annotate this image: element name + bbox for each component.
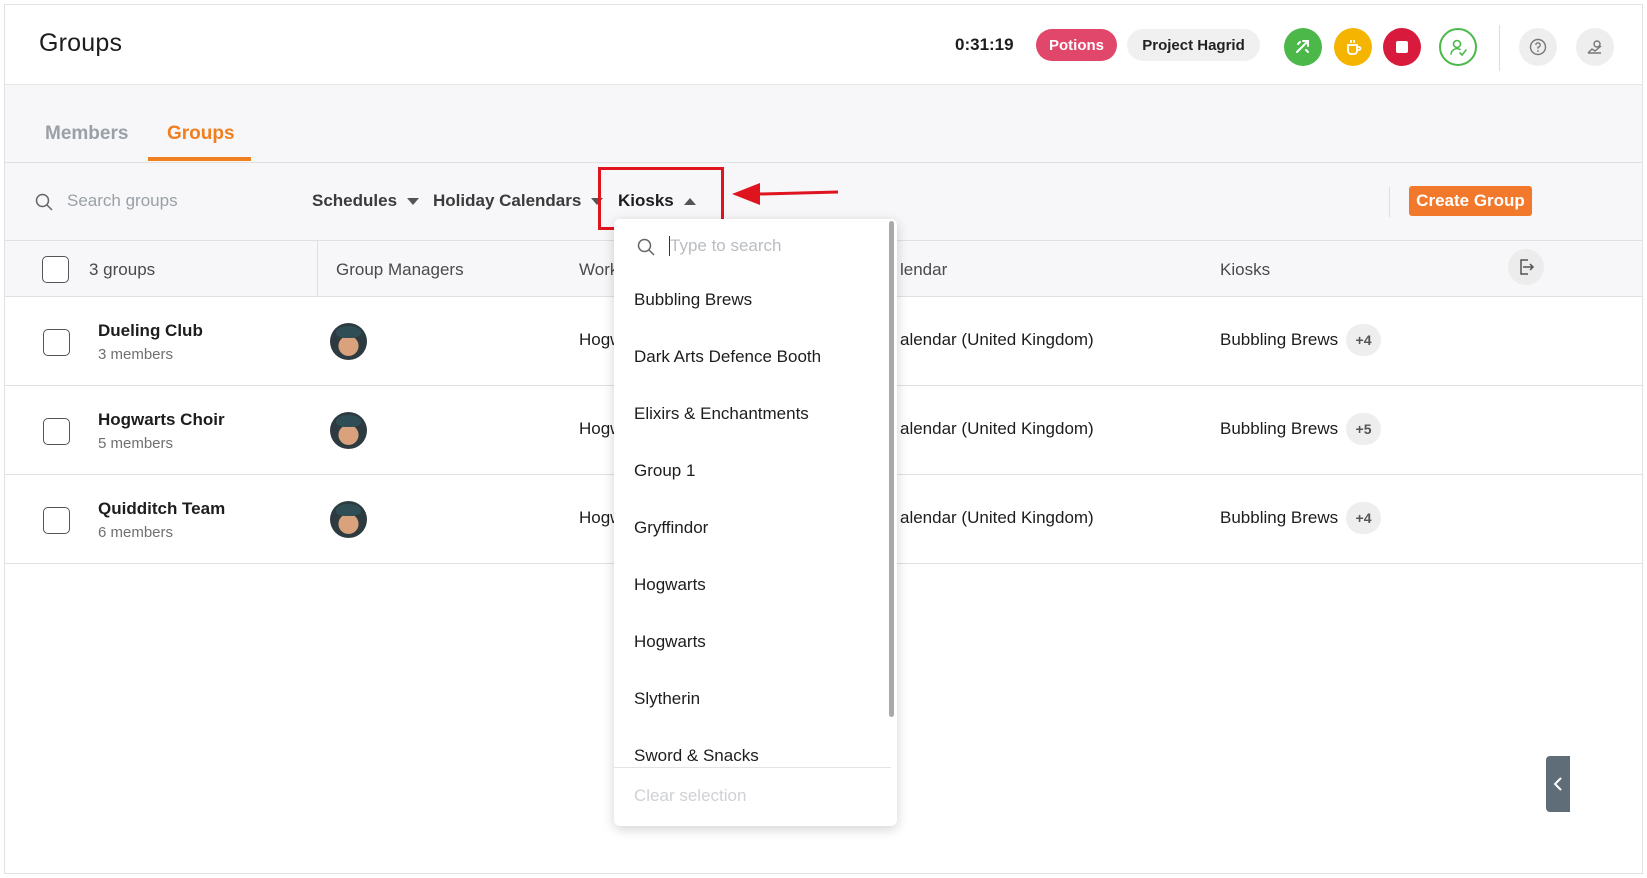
settings-button[interactable] xyxy=(1576,28,1614,66)
switch-task-icon xyxy=(1296,40,1309,53)
settings-icon xyxy=(1587,40,1602,54)
activity-badge[interactable]: Potions xyxy=(1036,29,1117,61)
more-kiosks-badge[interactable]: +5 xyxy=(1346,413,1381,445)
search-input[interactable]: Search groups xyxy=(67,191,178,211)
switch-task-button[interactable] xyxy=(1284,28,1322,66)
create-group-button[interactable]: Create Group xyxy=(1409,186,1532,216)
search-icon xyxy=(35,193,53,211)
kiosk-option[interactable]: Gryffindor xyxy=(614,499,889,556)
avatar xyxy=(330,501,367,538)
more-kiosks-badge[interactable]: +4 xyxy=(1346,502,1381,534)
active-tab-indicator xyxy=(148,157,251,161)
kiosk-cell: Bubbling Brews xyxy=(1220,330,1339,349)
holiday-calendar-cell: alendar (United Kingdom) xyxy=(900,419,1094,438)
kiosk-option[interactable]: Elixirs & Enchantments xyxy=(614,385,889,442)
schedules-filter-label: Schedules xyxy=(312,191,398,210)
stop-button[interactable] xyxy=(1383,28,1421,66)
holiday-calendars-filter[interactable]: Holiday Calendars xyxy=(433,191,604,211)
group-name[interactable]: Hogwarts Choir xyxy=(98,410,225,430)
groups-count: 3 groups xyxy=(89,260,156,279)
kiosk-option[interactable]: Hogwarts xyxy=(614,613,889,670)
column-header-work[interactable]: Work xyxy=(579,260,618,280)
break-icon xyxy=(1347,40,1362,55)
clear-selection-button[interactable]: Clear selection xyxy=(634,786,746,806)
tab-bar: Members Groups xyxy=(5,85,1642,163)
holiday-calendar-cell: alendar (United Kingdom) xyxy=(900,330,1094,349)
holiday-calendars-filter-label: Holiday Calendars xyxy=(433,191,582,210)
column-header-kiosks[interactable]: Kiosks xyxy=(1220,260,1270,280)
avatar xyxy=(330,412,367,449)
kiosk-option[interactable]: Hogwarts xyxy=(614,556,889,613)
toolbar-divider xyxy=(1389,187,1390,217)
stop-icon xyxy=(1396,41,1408,53)
dropdown-scrollbar[interactable] xyxy=(889,221,894,717)
member-count: 6 members xyxy=(98,524,174,541)
collapse-panel-button[interactable] xyxy=(1546,756,1570,812)
kiosk-option[interactable]: Slytherin xyxy=(614,670,889,727)
row-checkbox[interactable] xyxy=(43,418,70,445)
kiosk-option-list: Bubbling Brews Dark Arts Defence Booth E… xyxy=(614,271,889,767)
member-count: 5 members xyxy=(98,435,174,452)
more-kiosks-badge[interactable]: +4 xyxy=(1346,324,1381,356)
holiday-calendar-cell: alendar (United Kingdom) xyxy=(900,508,1094,527)
avatar xyxy=(330,323,367,360)
kiosk-cell: Bubbling Brews xyxy=(1220,419,1339,438)
tab-members[interactable]: Members xyxy=(45,123,128,145)
annotation-arrow-icon xyxy=(732,183,839,205)
column-header-group-managers[interactable]: Group Managers xyxy=(336,260,464,280)
project-badge[interactable]: Project Hagrid xyxy=(1127,29,1260,61)
kiosk-option[interactable]: Bubbling Brews xyxy=(614,271,889,328)
chevron-down-icon xyxy=(407,197,420,205)
kiosk-option[interactable]: Dark Arts Defence Booth xyxy=(614,328,889,385)
tab-groups[interactable]: Groups xyxy=(167,123,235,145)
kiosk-cell: Bubbling Brews xyxy=(1220,508,1339,527)
user-check-icon xyxy=(1450,39,1467,57)
dropdown-divider xyxy=(614,767,891,768)
export-icon xyxy=(1520,259,1535,275)
break-button[interactable] xyxy=(1334,28,1372,66)
search-icon xyxy=(637,238,655,256)
select-all-checkbox[interactable] xyxy=(42,256,69,283)
kiosk-search-input[interactable]: Type to search xyxy=(670,236,782,256)
user-status-button[interactable] xyxy=(1439,28,1477,66)
export-button[interactable] xyxy=(1508,249,1544,285)
header-divider xyxy=(1499,25,1500,71)
column-header-holiday-calendar[interactable]: lendar xyxy=(900,260,947,280)
row-checkbox[interactable] xyxy=(43,329,70,356)
group-name[interactable]: Quidditch Team xyxy=(98,499,225,519)
kiosks-dropdown: Type to search Bubbling Brews Dark Arts … xyxy=(614,219,897,826)
help-icon xyxy=(1529,38,1547,56)
help-button[interactable] xyxy=(1519,28,1557,66)
kiosk-option[interactable]: Group 1 xyxy=(614,442,889,499)
group-name[interactable]: Dueling Club xyxy=(98,321,203,341)
time-tracker: 0:31:19 xyxy=(955,35,1014,54)
kiosk-option[interactable]: Sword & Snacks xyxy=(614,727,889,767)
row-checkbox[interactable] xyxy=(43,507,70,534)
top-header: Groups 0:31:19 Potions Project Hagrid xyxy=(5,5,1642,85)
page-title: Groups xyxy=(39,29,123,57)
member-count: 3 members xyxy=(98,346,174,363)
schedules-filter[interactable]: Schedules xyxy=(312,191,420,211)
chevron-left-icon xyxy=(1553,777,1562,791)
